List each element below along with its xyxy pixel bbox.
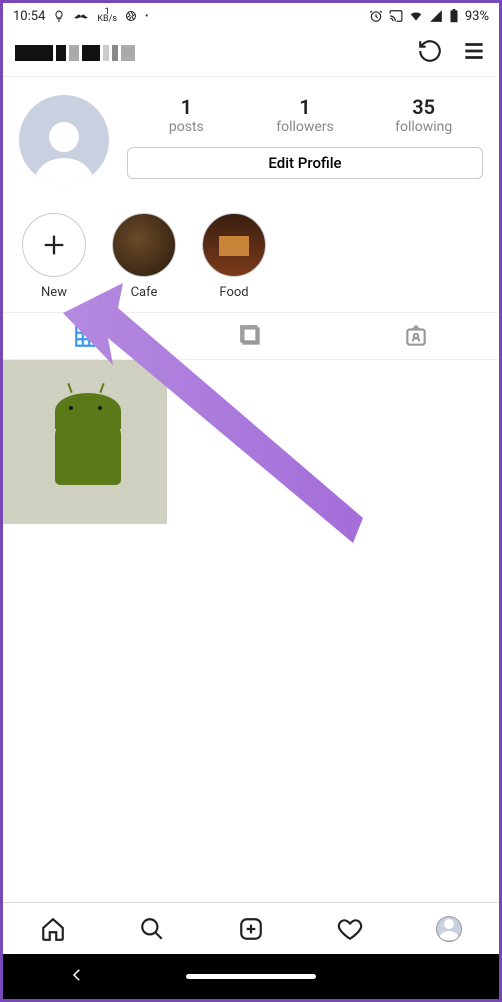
activity-icon[interactable] — [417, 38, 443, 68]
bulb-icon — [53, 10, 65, 22]
highlight-cafe-label: Cafe — [131, 285, 158, 300]
stat-posts-count: 1 — [127, 95, 246, 119]
stat-following-count: 35 — [364, 95, 483, 119]
avatar[interactable] — [19, 95, 109, 185]
nav-search[interactable] — [102, 903, 201, 954]
nav-profile-avatar — [436, 916, 462, 942]
edit-profile-button[interactable]: Edit Profile — [127, 147, 483, 179]
battery-pct: 93% — [465, 9, 489, 24]
highlights-row: New Cafe Food — [3, 193, 499, 312]
redacted-segment — [82, 45, 100, 61]
wifi-icon — [409, 9, 423, 23]
stat-followers[interactable]: 1 followers — [246, 95, 365, 135]
highlight-food[interactable]: Food — [201, 213, 267, 300]
redacted-segment — [69, 45, 79, 61]
tab-grid[interactable] — [3, 313, 168, 359]
post-thumb[interactable] — [3, 360, 167, 524]
redacted-segment — [15, 45, 53, 61]
stat-posts[interactable]: 1 posts — [127, 95, 246, 135]
highlight-food-label: Food — [219, 285, 248, 300]
stat-posts-label: posts — [127, 119, 246, 135]
profile-tabs — [3, 312, 499, 360]
sys-back-button[interactable] — [68, 966, 86, 988]
highlight-new-label: New — [41, 285, 67, 300]
highlight-cafe[interactable]: Cafe — [111, 213, 177, 300]
cast-icon — [389, 9, 403, 23]
highlight-food-thumb — [202, 213, 266, 277]
stat-following[interactable]: 35 following — [364, 95, 483, 135]
stat-followers-label: followers — [246, 119, 365, 135]
tab-tagged[interactable] — [334, 313, 499, 359]
app-bar — [3, 29, 499, 77]
posts-grid — [3, 360, 499, 524]
system-nav — [3, 954, 499, 999]
status-left: 10:54 1 KB/s • — [13, 9, 148, 24]
redacted-segment — [103, 45, 109, 61]
highlight-cafe-thumb — [112, 213, 176, 277]
redacted-segment — [121, 45, 135, 61]
nav-home[interactable] — [3, 903, 102, 954]
menu-icon[interactable] — [461, 38, 487, 68]
tab-feed[interactable] — [168, 313, 333, 359]
profile-section: 1 posts 1 followers 35 following Edit Pr… — [3, 77, 499, 193]
status-bar: 10:54 1 KB/s • 93% — [3, 3, 499, 29]
network-speed: 1 KB/s — [97, 9, 117, 23]
plus-icon — [22, 213, 86, 277]
bottom-nav — [3, 902, 499, 954]
username[interactable] — [15, 45, 135, 61]
nav-profile[interactable] — [400, 903, 499, 954]
stat-followers-count: 1 — [246, 95, 365, 119]
dot-icon: • — [145, 11, 148, 22]
highlight-new[interactable]: New — [21, 213, 87, 300]
stats-row: 1 posts 1 followers 35 following — [127, 95, 483, 135]
nav-add[interactable] — [201, 903, 300, 954]
mustache-icon — [73, 11, 89, 21]
redacted-segment — [112, 45, 118, 61]
redacted-segment — [56, 45, 66, 61]
signal-icon — [429, 9, 443, 23]
status-right: 93% — [369, 9, 489, 24]
battery-icon — [449, 9, 459, 23]
nav-activity[interactable] — [301, 903, 400, 954]
stat-following-label: following — [364, 119, 483, 135]
alarm-icon — [369, 9, 383, 23]
sys-home-pill[interactable] — [186, 974, 316, 979]
aperture-icon — [125, 10, 137, 22]
status-time: 10:54 — [13, 9, 45, 24]
